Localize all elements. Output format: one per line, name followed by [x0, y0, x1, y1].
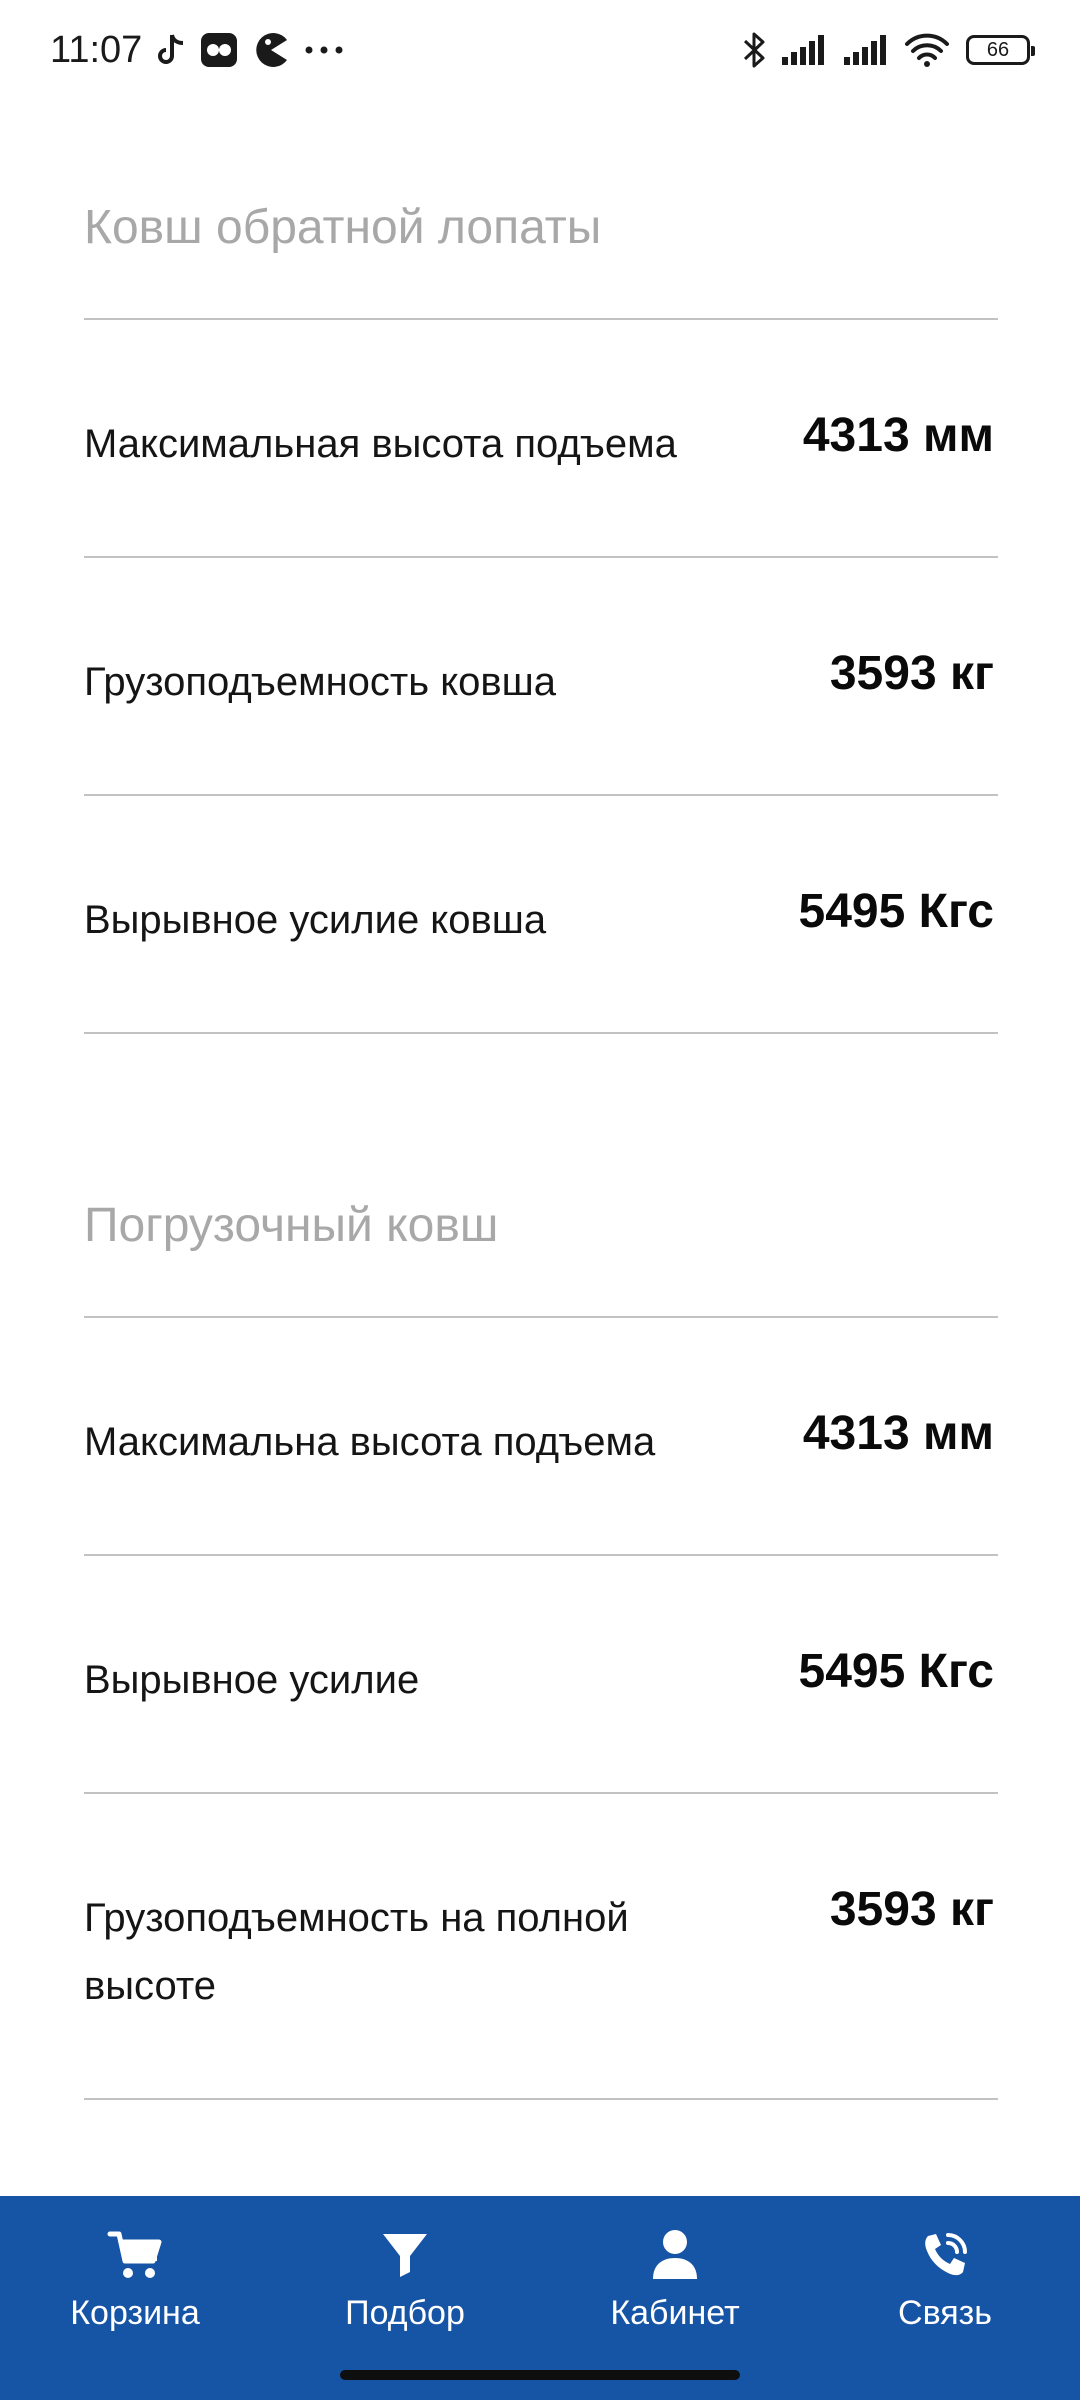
- spec-row: Максимальная высота подъема 4313 мм: [84, 320, 998, 558]
- spec-label: Максимальная высота подъема: [84, 422, 677, 466]
- spec-value: 3593 кг: [829, 1883, 994, 1936]
- phone-call-icon: [920, 2226, 970, 2284]
- spec-value: 3593 кг: [829, 647, 994, 700]
- spec-label: Вырывное усилие: [84, 1658, 420, 1702]
- spec-value: 4313 мм: [802, 409, 994, 462]
- status-bar-left: 11:07: [50, 29, 358, 72]
- spec-row: Вырывное усилие ковша 5495 Кгс: [84, 796, 998, 1034]
- spec-value: 4313 мм: [802, 1407, 994, 1460]
- user-icon: [651, 2226, 699, 2284]
- status-bar: 11:07 66: [0, 0, 1080, 100]
- status-bar-right: 66: [728, 31, 1035, 69]
- home-indicator[interactable]: [340, 2370, 740, 2380]
- nav-label: Связь: [898, 2294, 992, 2332]
- signal-icon-sim1: [780, 33, 828, 67]
- spec-row: Грузоподъемность на полной высоте 3593 к…: [84, 1794, 998, 2100]
- bluetooth-icon: [742, 31, 766, 69]
- tiktok-icon: [156, 33, 186, 67]
- spec-content: Ковш обратной лопаты Максимальная высота…: [84, 100, 998, 2100]
- spec-row: Вырывное усилие 5495 Кгс: [84, 1556, 998, 1794]
- nav-label: Корзина: [70, 2294, 200, 2332]
- nav-item-filter[interactable]: Подбор: [270, 2226, 540, 2333]
- nav-label: Подбор: [345, 2294, 465, 2332]
- wifi-icon: [904, 33, 950, 67]
- battery-level: 66: [986, 38, 1010, 61]
- battery-indicator: 66: [966, 35, 1035, 65]
- cart-icon: [107, 2226, 163, 2284]
- spec-label: Вырывное усилие ковша: [84, 898, 547, 942]
- more-notifications-icon: [304, 45, 344, 55]
- nav-label: Кабинет: [610, 2294, 740, 2332]
- spec-value: 5495 Кгс: [798, 1645, 994, 1698]
- spec-label: Максимальна высота подъема: [84, 1420, 656, 1464]
- funnel-icon: [380, 2226, 430, 2284]
- status-time: 11:07: [50, 28, 143, 71]
- spec-row: Максимальна высота подъема 4313 мм: [84, 1318, 998, 1556]
- nav-item-contact[interactable]: Связь: [810, 2226, 1080, 2333]
- nav-item-account[interactable]: Кабинет: [540, 2226, 810, 2333]
- app-notification-icon: [200, 32, 238, 68]
- pacman-icon: [252, 32, 290, 68]
- section-title-loader: Погрузочный ковш: [84, 1146, 998, 1318]
- section-title-backhoe: Ковш обратной лопаты: [84, 100, 998, 320]
- spec-row: Грузоподъемность ковша 3593 кг: [84, 558, 998, 796]
- nav-item-cart[interactable]: Корзина: [0, 2226, 270, 2333]
- spec-label: Грузоподъемность на полной высоте: [84, 1896, 629, 2008]
- spec-label: Грузоподъемность ковша: [84, 660, 556, 704]
- signal-icon-sim2: [842, 33, 890, 67]
- spec-value: 5495 Кгс: [798, 885, 994, 938]
